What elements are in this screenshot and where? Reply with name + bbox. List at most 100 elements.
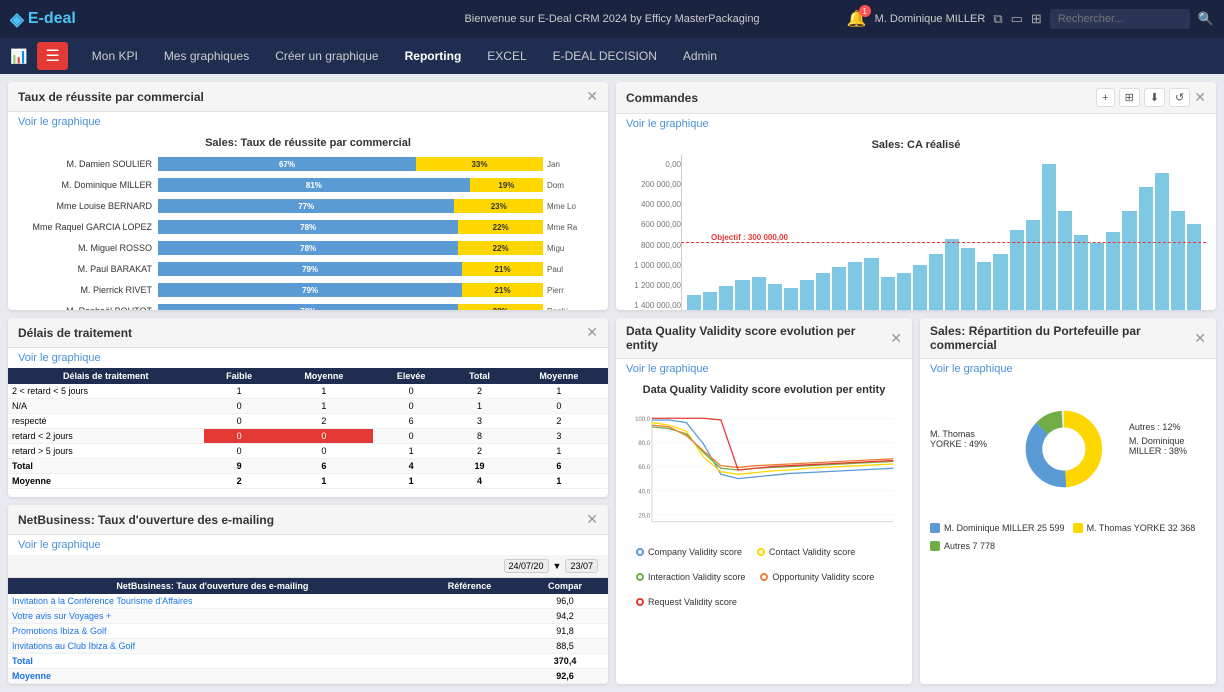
bar-won: 81% bbox=[158, 178, 470, 192]
table-cell: 1 bbox=[510, 384, 608, 399]
commandes-add-btn[interactable]: + bbox=[1096, 88, 1114, 107]
bar-side-label: Dom bbox=[543, 181, 598, 190]
chart-icon[interactable]: 📊 bbox=[10, 48, 27, 65]
delais-header: Délais de traitement ✕ bbox=[8, 318, 608, 348]
email-subtitle[interactable]: Voir le graphique bbox=[8, 535, 608, 555]
col-bar bbox=[848, 262, 862, 311]
pie-legend-label: M. Thomas YORKE 32 368 bbox=[1087, 523, 1196, 533]
commandes-view-btn[interactable]: ⊞ bbox=[1119, 88, 1140, 107]
table-row: Invitation à la Conférence Tourisme d'Af… bbox=[8, 594, 608, 609]
delais-subtitle[interactable]: Voir le graphique bbox=[8, 348, 608, 368]
col-bar bbox=[945, 239, 959, 310]
window-icon[interactable]: ⧉ bbox=[993, 11, 1002, 27]
bar-label: Mme Louise BERNARD bbox=[18, 201, 158, 211]
user-name: M. Dominique MILLER bbox=[875, 13, 986, 25]
col-bar bbox=[929, 254, 943, 310]
col-bar bbox=[913, 265, 927, 310]
commandes-close[interactable]: ✕ bbox=[1194, 88, 1206, 107]
bar-track: 67% 33% bbox=[158, 157, 543, 171]
notifications[interactable]: 🔔 1 bbox=[847, 9, 867, 29]
dq-legend-item: Contact Validity score bbox=[757, 547, 855, 557]
portefeuille-subtitle[interactable]: Voir le graphique bbox=[920, 359, 1216, 379]
nav-item-decision[interactable]: E-DEAL DECISION bbox=[541, 41, 669, 71]
svg-text:20,0: 20,0 bbox=[638, 513, 650, 519]
pie-labels-left: M. Thomas YORKE : 49% bbox=[930, 429, 999, 469]
hamburger-button[interactable]: ☰ bbox=[37, 42, 67, 70]
y-label: 1 200 000,00 bbox=[626, 281, 681, 290]
bar-label: Mme Raquel GARCIA LOPEZ bbox=[18, 222, 158, 232]
commandes-chart-title: Sales: CA réalisé bbox=[626, 139, 1206, 151]
pie-bottom-legend: M. Dominique MILLER 25 599M. Thomas YORK… bbox=[920, 519, 1216, 555]
bar-won: 78% bbox=[158, 241, 458, 255]
commandes-chart-container: Objectif : 300 000,00 bbox=[681, 155, 1206, 310]
search-input[interactable] bbox=[1050, 9, 1190, 29]
table-row: 2 < retard < 5 jours11021 bbox=[8, 384, 608, 399]
col-bar bbox=[816, 273, 830, 310]
nav-item-creer[interactable]: Créer un graphique bbox=[263, 41, 390, 71]
pie-legend-label: Autres 7 778 bbox=[944, 541, 995, 551]
bar-row: M. Miguel ROSSO 78% 22% Migu bbox=[18, 239, 598, 257]
dq-chart-title: Data Quality Validity score evolution pe… bbox=[626, 384, 902, 396]
grid-icon[interactable]: ⊞ bbox=[1031, 11, 1042, 27]
nav-item-graphiques[interactable]: Mes graphiques bbox=[152, 41, 261, 71]
bar-row: M. Dominique MILLER 81% 19% Dom bbox=[18, 176, 598, 194]
portefeuille-close[interactable]: ✕ bbox=[1194, 330, 1206, 347]
table-row: N/A01010 bbox=[8, 399, 608, 414]
commandes-subtitle[interactable]: Voir le graphique bbox=[616, 114, 1216, 134]
taux-reussite-close[interactable]: ✕ bbox=[586, 88, 598, 105]
table-cell: 1 bbox=[373, 444, 449, 459]
bar-lost: 33% bbox=[416, 157, 543, 171]
commandes-download-btn[interactable]: ⬇ bbox=[1144, 88, 1165, 107]
objective-line bbox=[681, 242, 1206, 243]
y-label: 1 000 000,00 bbox=[626, 261, 681, 270]
bar-side-label: Paul bbox=[543, 265, 598, 274]
table-row: Moyenne92,6 bbox=[8, 669, 608, 684]
bar-side-label: Jan bbox=[543, 160, 598, 169]
dq-title: Data Quality Validity score evolution pe… bbox=[626, 324, 890, 352]
commandes-refresh-btn[interactable]: ↺ bbox=[1169, 88, 1190, 107]
email-date-from[interactable]: 24/07/20 bbox=[504, 559, 549, 573]
delais-table: Délais de traitementFaibleMoyenneElevéeT… bbox=[8, 368, 608, 489]
svg-text:80,0: 80,0 bbox=[638, 441, 650, 447]
email-date-to[interactable]: 23/07 bbox=[565, 559, 598, 573]
bar-label: M. Raphaël BOUTOT bbox=[18, 306, 158, 310]
nav-item-excel[interactable]: EXCEL bbox=[475, 41, 538, 71]
col-bar bbox=[1042, 164, 1056, 310]
bar-track: 78% 22% bbox=[158, 241, 543, 255]
y-label: 800 000,00 bbox=[626, 241, 681, 250]
bar-label: M. Dominique MILLER bbox=[18, 180, 158, 190]
taux-reussite-subtitle[interactable]: Voir le graphique bbox=[8, 112, 608, 132]
delais-close[interactable]: ✕ bbox=[586, 324, 598, 341]
bar-row: M. Damien SOULIER 67% 33% Jan bbox=[18, 155, 598, 173]
y-label: 1 400 000,00 bbox=[626, 301, 681, 310]
nav-item-admin[interactable]: Admin bbox=[671, 41, 729, 71]
email-table: NetBusiness: Taux d'ouverture des e-mail… bbox=[8, 578, 608, 684]
email-cell bbox=[417, 624, 522, 639]
table-cell: 0 bbox=[204, 414, 275, 429]
nav-item-reporting[interactable]: Reporting bbox=[393, 41, 474, 71]
table-cell: 8 bbox=[449, 429, 509, 444]
commandes-toolbar: + ⊞ ⬇ ↺ ✕ bbox=[1096, 88, 1206, 107]
search-icon[interactable]: 🔍 bbox=[1198, 11, 1214, 27]
table-cell: retard < 2 jours bbox=[8, 429, 204, 444]
email-close[interactable]: ✕ bbox=[586, 511, 598, 528]
col-bar bbox=[800, 280, 814, 310]
email-cell: Promotions Ibiza & Golf bbox=[8, 624, 417, 639]
monitor-icon[interactable]: ▭ bbox=[1011, 11, 1023, 27]
dq-subtitle[interactable]: Voir le graphique bbox=[616, 359, 912, 379]
email-title: NetBusiness: Taux d'ouverture des e-mail… bbox=[18, 513, 274, 527]
dq-legend-dot bbox=[760, 573, 768, 581]
bar-row: M. Pierrick RIVET 79% 21% Pierr bbox=[18, 281, 598, 299]
table-row: respecté02632 bbox=[8, 414, 608, 429]
pie-labels-right: Autres : 12% M. Dominique MILLER : 38% bbox=[1129, 422, 1206, 476]
email-cell: Invitation à la Conférence Tourisme d'Af… bbox=[8, 594, 417, 609]
col-bar bbox=[735, 280, 749, 310]
dq-legend-dot bbox=[636, 573, 644, 581]
dq-close[interactable]: ✕ bbox=[890, 330, 902, 347]
pie-label-autres: Autres : 12% bbox=[1129, 422, 1206, 432]
svg-text:100,0: 100,0 bbox=[635, 417, 651, 423]
bar-row: M. Paul BARAKAT 79% 21% Paul bbox=[18, 260, 598, 278]
col-bar bbox=[768, 284, 782, 310]
nav-item-kpi[interactable]: Mon KPI bbox=[80, 41, 150, 71]
bar-chart-title: Sales: Taux de réussite par commercial bbox=[18, 137, 598, 149]
